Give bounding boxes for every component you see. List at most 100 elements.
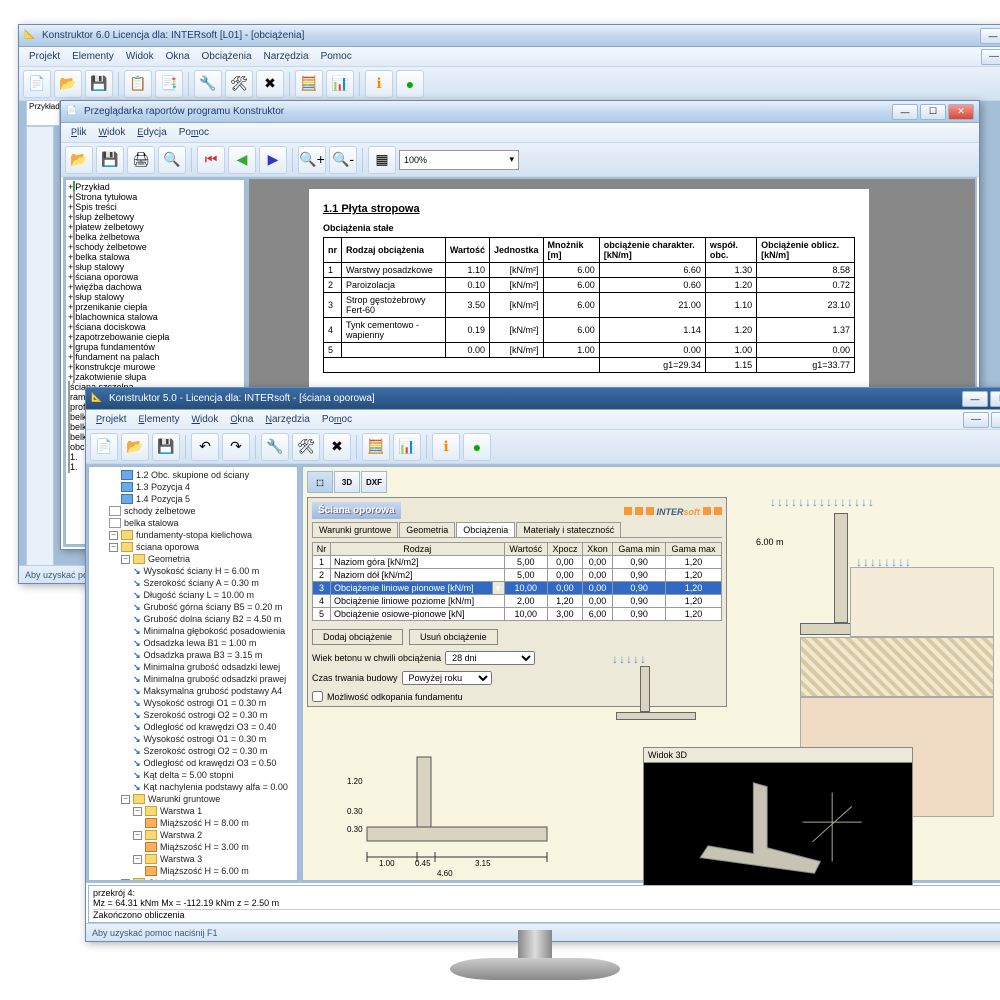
tab-warunki[interactable]: Warunki gruntowe [312, 522, 398, 537]
maximize-button[interactable]: ☐ [990, 391, 1000, 407]
tree-node[interactable]: −Warstwa 1 [91, 805, 295, 817]
tree-node[interactable]: ↘Grubość dolna ściany B2 = 4.50 m [91, 613, 295, 625]
menu-pomoc[interactable]: Pomoc [315, 49, 358, 64]
odkopanie-checkbox[interactable] [312, 691, 323, 702]
tab-geometria[interactable]: Geometria [399, 522, 455, 537]
tree-node[interactable]: +ściana oporowa [68, 272, 242, 282]
tree-node[interactable]: ↘Maksymalna grubość podstawy A4 [91, 685, 295, 697]
menu-okna[interactable]: Okna [160, 49, 196, 64]
tree-node[interactable]: ↘Kąt delta = 5.00 stopni [91, 769, 295, 781]
tree-node[interactable]: ↘Szerokość ostrogi O2 = 0.30 m [91, 709, 295, 721]
tree-node[interactable]: belka stalowa [91, 517, 295, 529]
menu-widok[interactable]: Widok [120, 49, 160, 64]
menu-plik[interactable]: Plik [65, 125, 92, 140]
minimize-button[interactable]: — [892, 104, 918, 120]
menu-elementy[interactable]: Elementy [66, 49, 120, 64]
menu-elementy[interactable]: Elementy [132, 412, 185, 427]
about-icon[interactable]: ● [463, 433, 491, 461]
tool2-icon[interactable]: 🛠 [225, 70, 253, 98]
tree-node[interactable]: +słup stalowy [68, 292, 242, 302]
tree-node[interactable]: 1.4 Pozycja 5 [91, 493, 295, 505]
tree-node[interactable]: schody żelbetowe [91, 505, 295, 517]
tree-node[interactable]: +grupa fundamentów [68, 342, 242, 352]
copy-icon[interactable]: 📋 [124, 70, 152, 98]
menu-obciazenia[interactable]: Obciążenia [196, 49, 258, 64]
open-icon[interactable]: 📂 [65, 146, 93, 174]
nav-first-icon[interactable]: ⏮ [197, 146, 225, 174]
menu-widok[interactable]: Widok [92, 125, 131, 140]
undo-icon[interactable]: ↶ [191, 433, 219, 461]
maximize-button[interactable]: ☐ [920, 104, 946, 120]
tree-node[interactable]: +fundament na palach [68, 352, 242, 362]
tree-node[interactable]: ↘Wysokość ostrogi O1 = 0.30 m [91, 733, 295, 745]
tree-node[interactable]: +słup żelbetowy [68, 212, 242, 222]
menu-okna[interactable]: Okna [224, 412, 259, 427]
tree-node[interactable]: −Warstwa 2 [91, 829, 295, 841]
tree-node[interactable]: Miąższość H = 8.00 m [91, 817, 295, 829]
menu-narzedzia[interactable]: Narzędzia [258, 49, 315, 64]
tree-node[interactable]: ↘Wysokość ostrogi O1 = 0.30 m [91, 697, 295, 709]
tab-przyklad[interactable]: Przykład [26, 100, 60, 126]
tree-node[interactable]: +słup stalowy [68, 262, 242, 272]
tab-materialy[interactable]: Materiały i stateczność [516, 522, 621, 537]
delete-load-button[interactable]: Usuń obciążenie [409, 629, 498, 645]
menu-pomoc[interactable]: Pomoc [316, 412, 358, 427]
about-icon[interactable]: ● [396, 70, 424, 98]
tree-node[interactable]: ↘Minimalna grubość odsadzki prawej [91, 673, 295, 685]
view-2d-button[interactable]: ⬚ [307, 471, 333, 493]
zoom-combo[interactable]: 100%▾ [399, 150, 519, 170]
menu-projekt[interactable]: Projekt [23, 49, 66, 64]
tool2-icon[interactable]: 🛠 [292, 433, 320, 461]
tree-node[interactable]: ↘Odległość od krawędzi O3 = 0.40 [91, 721, 295, 733]
view-dxf-button[interactable]: DXF [361, 471, 387, 493]
menu-narzedzia[interactable]: Narzędzia [260, 412, 316, 427]
tree-node[interactable]: −ściana oporowa [91, 541, 295, 553]
tree-node[interactable]: −Warstwa 3 [91, 853, 295, 865]
mdi-minimize-button[interactable]: — [981, 49, 1000, 65]
open-icon[interactable]: 📂 [54, 70, 82, 98]
tree-node[interactable]: −Obciążenia [91, 877, 295, 881]
tree-node[interactable]: ↘Minimalna grubość odsadzki lewej [91, 661, 295, 673]
print-icon[interactable]: 🖨 [127, 146, 155, 174]
menu-widok[interactable]: Widok [186, 412, 225, 427]
tree-node[interactable]: −Warunki gruntowe [91, 793, 295, 805]
tree-node[interactable]: 1.2 Obc. skupione od ściany [91, 469, 295, 481]
redo-icon[interactable]: ↷ [222, 433, 250, 461]
menu-pomoc[interactable]: Pomoc [173, 125, 215, 140]
menu-projekt[interactable]: Projekt [90, 412, 132, 427]
delete-icon[interactable]: ✖ [256, 70, 284, 98]
open-icon[interactable]: 📂 [121, 433, 149, 461]
tree-node[interactable]: ↘Wysokość ściany H = 6.00 m [91, 565, 295, 577]
tree-node[interactable]: +schody żelbetowe [68, 242, 242, 252]
zoom-in-icon[interactable]: 🔍+ [298, 146, 326, 174]
minimize-button[interactable]: — [962, 391, 988, 407]
tree-node[interactable]: Miąższość H = 6.00 m [91, 865, 295, 877]
mdi-minimize-button[interactable]: — [963, 412, 989, 428]
save-icon[interactable]: 💾 [152, 433, 180, 461]
help-icon[interactable]: ℹ [365, 70, 393, 98]
tree-node[interactable]: ↘Kąt nachylenia podstawy alfa = 0.00 [91, 781, 295, 793]
tree-node[interactable]: ↘Odległość od krawędzi O3 = 0.50 [91, 757, 295, 769]
tree-node[interactable]: +płatew żelbetowy [68, 222, 242, 232]
tree-node[interactable]: +Spis treści [68, 202, 242, 212]
page-icon[interactable]: ▦ [368, 146, 396, 174]
wiek-select[interactable]: 28 dni [445, 651, 535, 665]
nav-next-icon[interactable]: ▶ [259, 146, 287, 174]
minimize-button[interactable]: — [980, 28, 1000, 44]
report-icon[interactable]: 📊 [326, 70, 354, 98]
tree-node[interactable]: +konstrukcje murowe [68, 362, 242, 372]
tree-node[interactable]: +przenikanie ciepła [68, 302, 242, 312]
tool-icon[interactable]: 🔧 [194, 70, 222, 98]
tool-icon[interactable]: 🔧 [261, 433, 289, 461]
tree-node[interactable]: ↘Odsadzka prawa B3 = 3.15 m [91, 649, 295, 661]
tree-node[interactable]: +belka żelbetowa [68, 232, 242, 242]
project-tree[interactable]: 1.2 Obc. skupione od ściany1.3 Pozycja 4… [88, 466, 298, 881]
new-icon[interactable]: 📄 [23, 70, 51, 98]
tree-node[interactable]: +więźba dachowa [68, 282, 242, 292]
tree-node[interactable]: ↘Grubość górna ściany B5 = 0.20 m [91, 601, 295, 613]
widok-3d-viewport[interactable] [644, 763, 912, 895]
tree-node[interactable]: +zakotwienie słupa [68, 372, 242, 382]
view-3d-button[interactable]: 3D [334, 471, 360, 493]
tree-node[interactable]: +blachownica stalowa [68, 312, 242, 322]
preview-icon[interactable]: 🔍 [158, 146, 186, 174]
